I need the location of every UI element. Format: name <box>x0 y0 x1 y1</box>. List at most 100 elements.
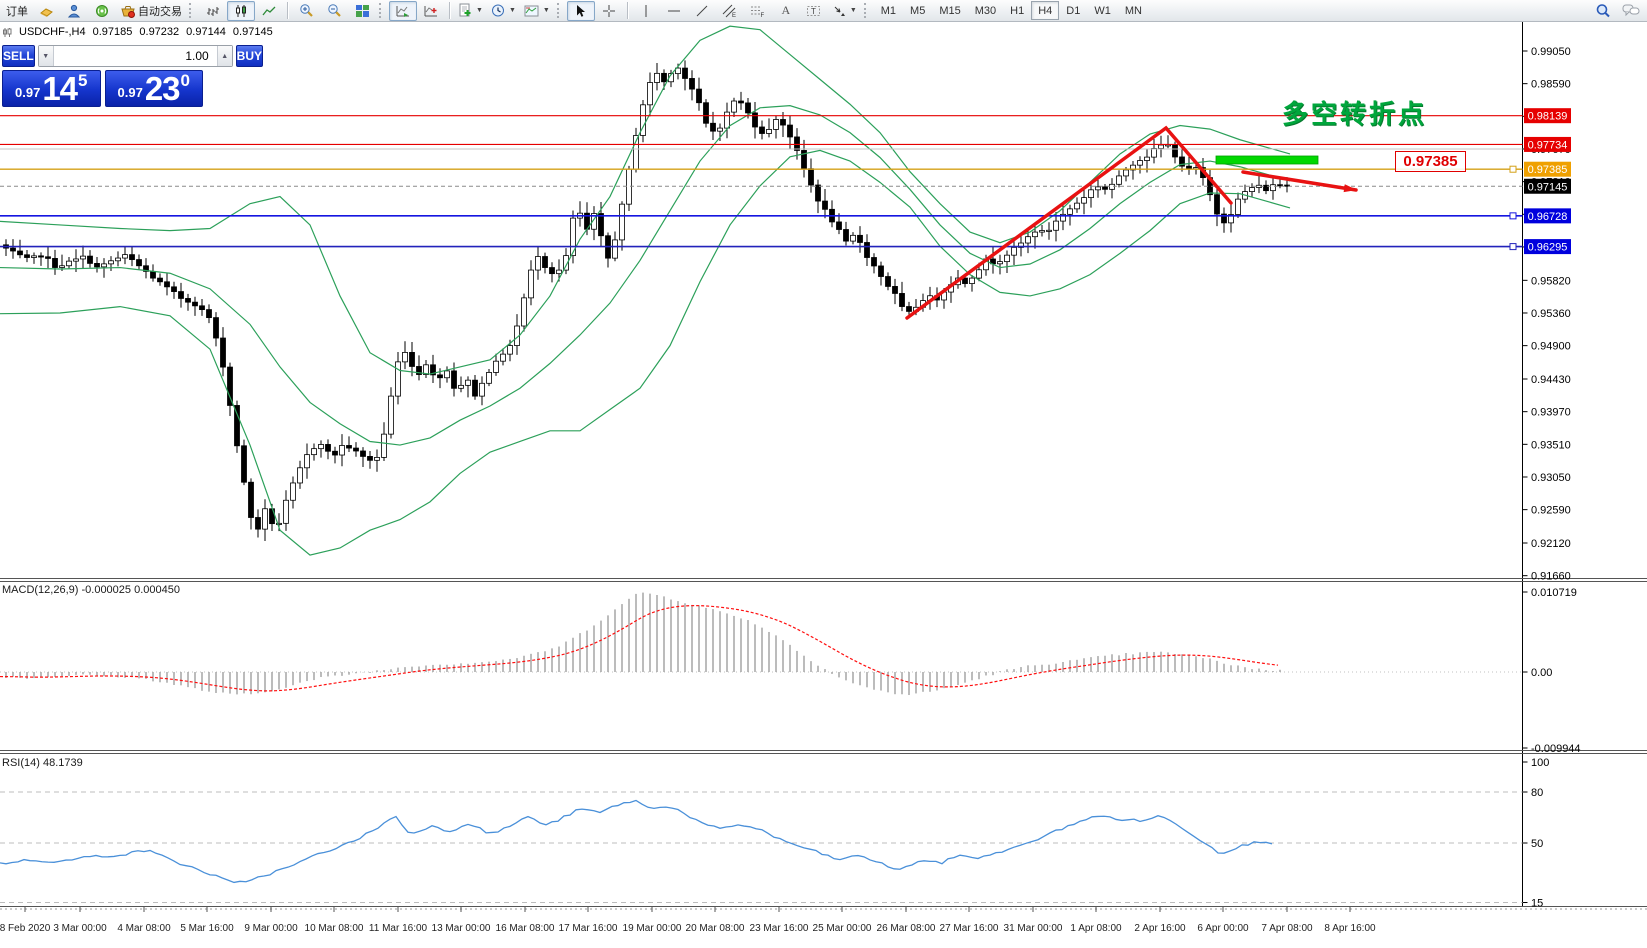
candle-body <box>543 257 548 268</box>
candle-body <box>774 119 779 129</box>
candlestick-chart-button[interactable] <box>227 1 255 21</box>
time-tick-label: 31 Mar 00:00 <box>1004 923 1063 934</box>
rsi-tick-label: 100 <box>1531 757 1549 769</box>
time-tick-label: 5 Mar 16:00 <box>180 923 234 934</box>
highlight-zone[interactable] <box>1216 156 1318 164</box>
zoom-in-button[interactable] <box>292 1 320 21</box>
level-line-handle[interactable] <box>1510 244 1516 250</box>
candle-body <box>193 302 198 306</box>
text-button[interactable]: A <box>772 1 800 21</box>
time-tick-label: 16 Mar 08:00 <box>496 923 555 934</box>
toolbar-separator <box>627 2 628 19</box>
timeframe-mn[interactable]: MN <box>1118 1 1149 20</box>
equidistant-channel-button[interactable]: E <box>716 1 744 21</box>
candle-body <box>529 270 534 298</box>
candle-body <box>326 444 331 451</box>
timeframe-m1[interactable]: M1 <box>874 1 903 20</box>
periods-button[interactable]: ▼ <box>487 1 520 21</box>
candle-body <box>893 286 898 293</box>
broadcast-button[interactable] <box>88 1 116 21</box>
candle-body <box>550 268 555 274</box>
new-order-button[interactable]: 订单 <box>2 1 32 21</box>
auto-scroll-icon <box>395 4 411 18</box>
candle-body <box>445 371 450 378</box>
crosshair-button[interactable] <box>595 1 623 21</box>
cursor-button[interactable] <box>567 1 595 21</box>
candle-body <box>333 451 338 455</box>
macd-tick-label: 0.010719 <box>1531 587 1577 599</box>
fibonacci-button[interactable]: F <box>744 1 772 21</box>
arrows-button[interactable]: ▼ <box>828 1 861 21</box>
news-button[interactable] <box>32 1 60 21</box>
sell-price-panel[interactable]: 0.97 14 5 <box>2 70 101 107</box>
candle-body <box>116 258 121 261</box>
timeframe-h4[interactable]: H4 <box>1031 1 1059 20</box>
zoom-out-button[interactable] <box>320 1 348 21</box>
chart-shift-button[interactable] <box>417 1 445 21</box>
svg-text:E: E <box>732 13 736 18</box>
volume-input[interactable] <box>54 46 217 66</box>
level-line-handle[interactable] <box>1510 213 1516 219</box>
trendline-button[interactable] <box>688 1 716 21</box>
macd-values: -0.000025 0.000450 <box>81 584 179 596</box>
candle-body <box>704 103 709 124</box>
horizontal-line-button[interactable] <box>660 1 688 21</box>
candle-body <box>368 456 373 460</box>
candle-body <box>256 517 261 529</box>
line-chart-button[interactable] <box>255 1 283 21</box>
candle-body <box>557 270 562 274</box>
tile-windows-icon <box>355 4 370 18</box>
tile-windows-button[interactable] <box>348 1 376 21</box>
sell-button[interactable]: SELL <box>2 45 35 67</box>
level-line-handle[interactable] <box>1510 166 1516 172</box>
rsi-tick-label: 80 <box>1531 787 1543 799</box>
candle-body <box>1026 237 1031 243</box>
candle-body <box>1047 230 1052 231</box>
search-symbol-button[interactable] <box>1589 1 1617 21</box>
candle-body <box>403 352 408 361</box>
volume-increase-button[interactable]: ▲ <box>217 46 232 66</box>
timeframe-m15[interactable]: M15 <box>932 1 967 20</box>
candle-body <box>1082 198 1087 204</box>
candle-body <box>88 256 93 263</box>
timeframe-d1[interactable]: D1 <box>1059 1 1087 20</box>
chat-button[interactable] <box>1617 1 1645 21</box>
vertical-line-button[interactable] <box>632 1 660 21</box>
buy-price-pip: 0 <box>181 71 190 91</box>
rsi-name: RSI(14) <box>2 757 40 769</box>
text-label-button[interactable]: T <box>800 1 828 21</box>
candle-body <box>522 298 527 326</box>
price-callout-box[interactable]: 0.97385 <box>1395 151 1466 172</box>
turning-point-annotation[interactable]: 多空转折点 <box>1282 94 1427 131</box>
templates-button[interactable]: ▼ <box>520 1 554 21</box>
symbol-info-bar: USDCHF-,H4 0.97185 0.97232 0.97144 0.971… <box>3 26 273 38</box>
rsi-value: 48.1739 <box>43 757 83 769</box>
candle-body <box>459 385 464 388</box>
order-label: 订单 <box>6 3 28 19</box>
chart-canvas[interactable]: 0.990500.985900.981300.976700.972100.967… <box>0 0 1647 948</box>
volume-stepper: ▼ ▲ <box>38 45 233 67</box>
time-tick-label: 17 Mar 16:00 <box>559 923 618 934</box>
candle-body <box>844 230 849 242</box>
candle-body <box>1187 166 1192 168</box>
candle-body <box>795 137 800 150</box>
autotrading-button[interactable]: 自动交易 <box>116 1 186 21</box>
timeframe-m30[interactable]: M30 <box>968 1 1003 20</box>
buy-button[interactable]: BUY <box>236 45 263 67</box>
timeframe-w1[interactable]: W1 <box>1087 1 1118 20</box>
trendline-icon <box>695 4 709 18</box>
volume-decrease-button[interactable]: ▼ <box>39 46 54 66</box>
indicators-button[interactable]: ▼ <box>454 1 487 21</box>
time-tick-label: 20 Mar 08:00 <box>686 923 745 934</box>
timeframe-m5[interactable]: M5 <box>903 1 932 20</box>
candle-body <box>305 455 310 468</box>
candle-body <box>655 73 660 82</box>
rsi-indicator-label: RSI(14) 48.1739 <box>2 757 83 769</box>
auto-scroll-button[interactable] <box>389 1 417 21</box>
buy-price-panel[interactable]: 0.97 23 0 <box>105 70 204 107</box>
price-tick-label: 0.94900 <box>1531 341 1571 353</box>
timeframe-h1[interactable]: H1 <box>1003 1 1031 20</box>
bar-chart-button[interactable] <box>199 1 227 21</box>
price-tick-label: 0.95820 <box>1531 275 1571 287</box>
profiles-button[interactable] <box>60 1 88 21</box>
